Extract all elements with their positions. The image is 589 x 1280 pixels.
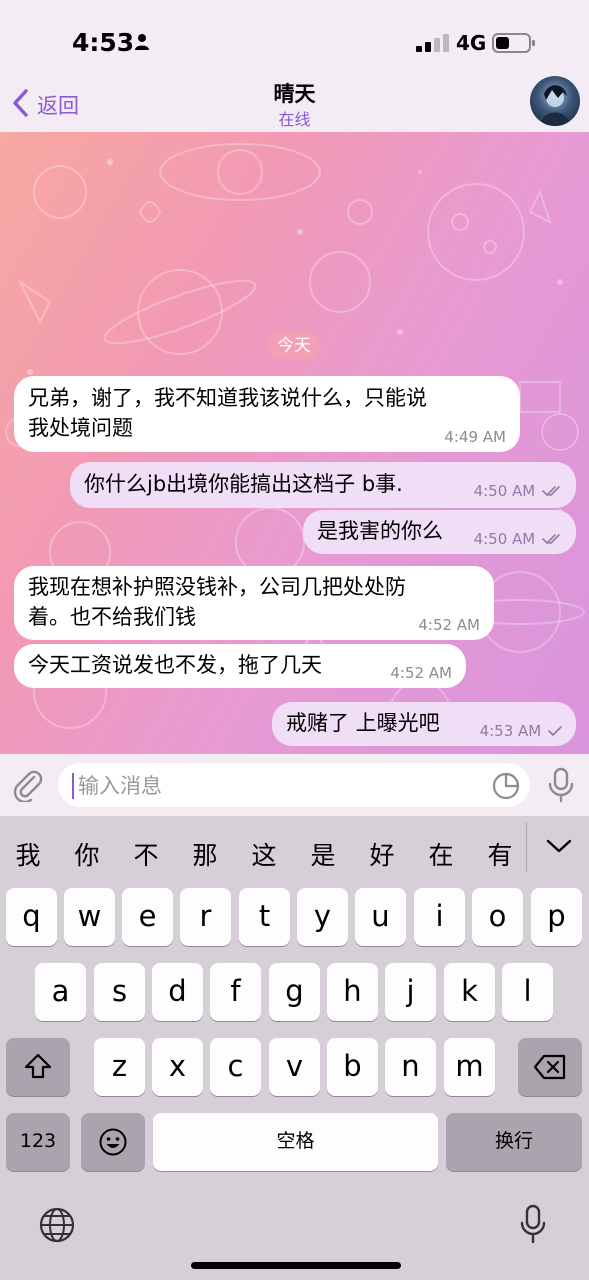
key-x[interactable]: x: [152, 1038, 203, 1096]
backspace-icon: [533, 1054, 566, 1080]
network-type: 4G: [456, 31, 487, 55]
contact-status: 在线: [278, 110, 311, 129]
key-v[interactable]: v: [269, 1038, 320, 1096]
key-w[interactable]: w: [64, 888, 115, 946]
message-time: 4:53 AM: [479, 722, 542, 740]
message-time: 4:52 AM: [390, 664, 452, 682]
keyboard: 我 你 不 那 这 是 好 在 有 q w e r t y u i o p a …: [0, 816, 589, 1280]
message-time: 4:50 AM: [473, 482, 536, 500]
mic-icon[interactable]: [547, 767, 575, 803]
key-m[interactable]: m: [444, 1038, 495, 1096]
numbers-key[interactable]: 123: [6, 1113, 70, 1171]
message-time: 4:52 AM: [418, 616, 480, 634]
attach-icon[interactable]: [12, 768, 44, 802]
candidate-word[interactable]: 是: [303, 836, 343, 872]
message-input[interactable]: [76, 769, 480, 803]
message-list[interactable]: 今天 兄弟，谢了，我不知道我该说什么，只能说 我处境问题 4:49 AM 你什么…: [0, 132, 589, 754]
contact-name[interactable]: 晴天: [0, 78, 589, 108]
shift-icon: [24, 1053, 52, 1079]
key-y[interactable]: y: [297, 888, 348, 946]
key-r[interactable]: r: [180, 888, 231, 946]
message-input-field[interactable]: [58, 763, 530, 807]
message-bubble-outgoing[interactable]: 是我害的你么 4:50 AM: [303, 510, 576, 554]
key-u[interactable]: u: [355, 888, 406, 946]
composer-bar: [0, 754, 589, 816]
candidate-word[interactable]: 这: [244, 836, 284, 872]
return-key[interactable]: 换行: [446, 1113, 582, 1171]
signal-icon: [416, 34, 449, 52]
key-j[interactable]: j: [385, 963, 436, 1021]
space-key[interactable]: 空格: [153, 1113, 438, 1171]
candidate-word[interactable]: 不: [126, 836, 166, 872]
chat-header: 返回 晴天 在线: [0, 72, 589, 134]
person-icon: [135, 34, 149, 50]
key-a[interactable]: a: [35, 963, 86, 1021]
message-bubble-outgoing[interactable]: 你什么jb出境你能搞出这档子 b事. 4:50 AM: [70, 462, 576, 508]
avatar[interactable]: [530, 76, 580, 126]
message-time: 4:50 AM: [473, 530, 536, 548]
emoji-icon: [99, 1128, 127, 1156]
message-text: 我处境问题: [28, 416, 133, 440]
candidate-bar: 我 你 不 那 这 是 好 在 有: [0, 816, 589, 888]
chevron-down-icon[interactable]: [546, 838, 572, 854]
message-text: 着。也不给我们钱: [28, 605, 196, 629]
message-meta: 4:50 AM: [474, 530, 562, 548]
key-k[interactable]: k: [444, 963, 495, 1021]
key-z[interactable]: z: [94, 1038, 145, 1096]
dictation-icon[interactable]: [519, 1204, 547, 1246]
candidate-divider: [526, 822, 527, 872]
message-bubble-incoming[interactable]: 兄弟，谢了，我不知道我该说什么，只能说 我处境问题 4:49 AM: [14, 376, 520, 452]
double-check-icon: [542, 486, 560, 497]
status-bar: 4:53 4G: [0, 0, 589, 80]
key-p[interactable]: p: [531, 888, 582, 946]
shift-key[interactable]: [6, 1038, 70, 1096]
key-s[interactable]: s: [94, 963, 145, 1021]
message-bubble-outgoing[interactable]: 戒赌了 上曝光吧 4:53 AM: [272, 702, 576, 746]
key-o[interactable]: o: [472, 888, 523, 946]
key-l[interactable]: l: [502, 963, 553, 1021]
home-indicator[interactable]: [191, 1262, 401, 1269]
backspace-key[interactable]: [518, 1038, 582, 1096]
globe-icon[interactable]: [38, 1206, 76, 1244]
candidate-word[interactable]: 有: [480, 836, 520, 872]
message-meta: 4:50 AM: [474, 482, 562, 500]
key-g[interactable]: g: [269, 963, 320, 1021]
candidate-word[interactable]: 你: [67, 836, 107, 872]
message-meta: 4:53 AM: [480, 722, 562, 740]
emoji-key[interactable]: [81, 1113, 145, 1171]
message-bubble-incoming[interactable]: 我现在想补护照没钱补，公司几把处处防 着。也不给我们钱 4:52 AM: [14, 566, 494, 640]
message-text: 我现在想补护照没钱补，公司几把处处防: [28, 575, 406, 599]
candidate-word[interactable]: 好: [362, 836, 402, 872]
key-b[interactable]: b: [327, 1038, 378, 1096]
key-d[interactable]: d: [152, 963, 203, 1021]
candidate-word[interactable]: 那: [185, 836, 225, 872]
double-check-icon: [542, 534, 560, 545]
date-separator: 今天: [268, 332, 320, 360]
key-q[interactable]: q: [6, 888, 57, 946]
message-text: 兄弟，谢了，我不知道我该说什么，只能说: [28, 386, 427, 410]
key-h[interactable]: h: [327, 963, 378, 1021]
key-n[interactable]: n: [385, 1038, 436, 1096]
text-caret: [72, 773, 74, 799]
single-check-icon: [548, 726, 562, 737]
key-e[interactable]: e: [122, 888, 173, 946]
sticker-icon[interactable]: [492, 772, 520, 800]
key-t[interactable]: t: [239, 888, 290, 946]
key-i[interactable]: i: [414, 888, 465, 946]
message-bubble-incoming[interactable]: 今天工资说发也不发，拖了几天 4:52 AM: [14, 644, 466, 688]
candidate-word[interactable]: 在: [421, 836, 461, 872]
key-c[interactable]: c: [210, 1038, 261, 1096]
message-time: 4:49 AM: [444, 428, 506, 446]
battery-icon: [492, 33, 535, 53]
message-text: 今天工资说发也不发，拖了几天: [28, 653, 322, 677]
status-time: 4:53: [72, 28, 135, 57]
key-f[interactable]: f: [210, 963, 261, 1021]
candidate-word[interactable]: 我: [8, 836, 48, 872]
